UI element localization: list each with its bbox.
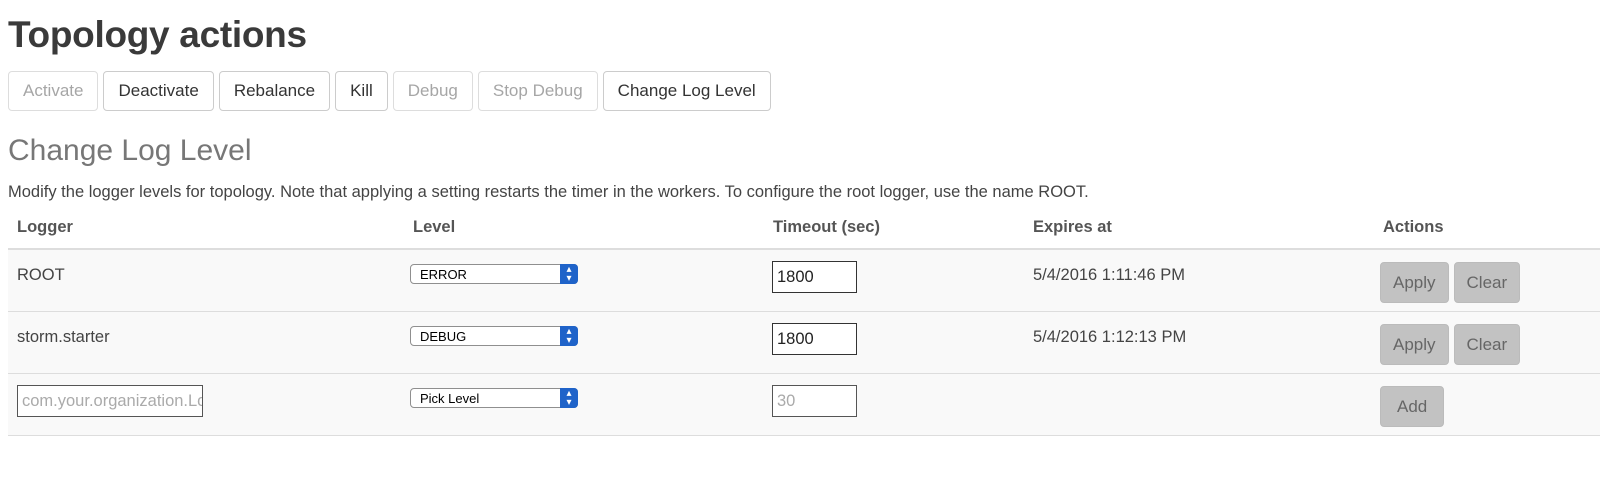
level-select-value: Pick Level	[420, 390, 480, 406]
select-arrows-icon: ▴ ▾	[560, 388, 578, 408]
section-title: Change Log Level	[8, 134, 252, 167]
level-select[interactable]: ERROR ▴ ▾	[410, 264, 578, 284]
expires-at: 5/4/2016 1:11:46 PM	[1033, 266, 1185, 284]
page-title: Topology actions	[8, 14, 307, 55]
section-description: Modify the logger levels for topology. N…	[8, 183, 1089, 201]
logger-name: storm.starter	[17, 328, 110, 346]
add-button[interactable]: Add	[1380, 386, 1445, 427]
level-select-value: ERROR	[420, 266, 467, 282]
clear-button[interactable]: Clear	[1453, 324, 1521, 365]
clear-button[interactable]: Clear	[1453, 262, 1521, 303]
topology-action-bar: Activate Deactivate Rebalance Kill Debug…	[8, 71, 771, 111]
apply-button[interactable]: Apply	[1380, 324, 1449, 365]
stop-debug-button[interactable]: Stop Debug	[477, 71, 598, 111]
new-logger-input[interactable]: com.your.organization.LoggerName	[17, 385, 203, 417]
logger-name: ROOT	[17, 266, 65, 284]
new-logger-row: com.your.organization.LoggerName Pick Le…	[8, 373, 1600, 436]
timeout-input[interactable]: 1800	[772, 261, 857, 293]
column-header-level: Level	[404, 206, 772, 250]
change-log-level-button[interactable]: Change Log Level	[602, 71, 771, 111]
select-arrows-icon: ▴ ▾	[560, 326, 578, 346]
new-level-select[interactable]: Pick Level ▴ ▾	[410, 388, 578, 408]
row-actions: Apply Clear	[1380, 324, 1521, 365]
deactivate-button[interactable]: Deactivate	[103, 71, 214, 111]
table-row: storm.starter DEBUG ▴ ▾ 1800 5/4/2016 1:1…	[8, 311, 1600, 374]
topology-page: Topology actions Activate Deactivate Reb…	[0, 0, 1600, 477]
expires-at: 5/4/2016 1:12:13 PM	[1033, 328, 1187, 346]
table-header-row: Logger Level Timeout (sec) Expires at Ac…	[8, 206, 1600, 250]
level-select[interactable]: DEBUG ▴ ▾	[410, 326, 578, 346]
column-header-actions: Actions	[1374, 206, 1600, 250]
row-actions: Apply Clear	[1380, 262, 1521, 303]
column-header-logger: Logger	[8, 206, 404, 250]
kill-button[interactable]: Kill	[335, 71, 388, 111]
new-timeout-input[interactable]: 30	[772, 385, 857, 417]
table-row: ROOT ERROR ▴ ▾ 1800 5/4/2016 1:11:46 PM A…	[8, 249, 1600, 312]
row-actions: Add	[1380, 386, 1445, 427]
debug-button[interactable]: Debug	[392, 71, 473, 111]
rebalance-button[interactable]: Rebalance	[218, 71, 331, 111]
column-header-expires: Expires at	[1024, 206, 1374, 250]
level-select-value: DEBUG	[420, 328, 467, 344]
activate-button[interactable]: Activate	[8, 71, 99, 111]
logger-table: Logger Level Timeout (sec) Expires at Ac…	[8, 206, 1600, 436]
select-arrows-icon: ▴ ▾	[560, 264, 578, 284]
timeout-input[interactable]: 1800	[772, 323, 857, 355]
apply-button[interactable]: Apply	[1380, 262, 1449, 303]
column-header-timeout: Timeout (sec)	[772, 206, 1024, 250]
